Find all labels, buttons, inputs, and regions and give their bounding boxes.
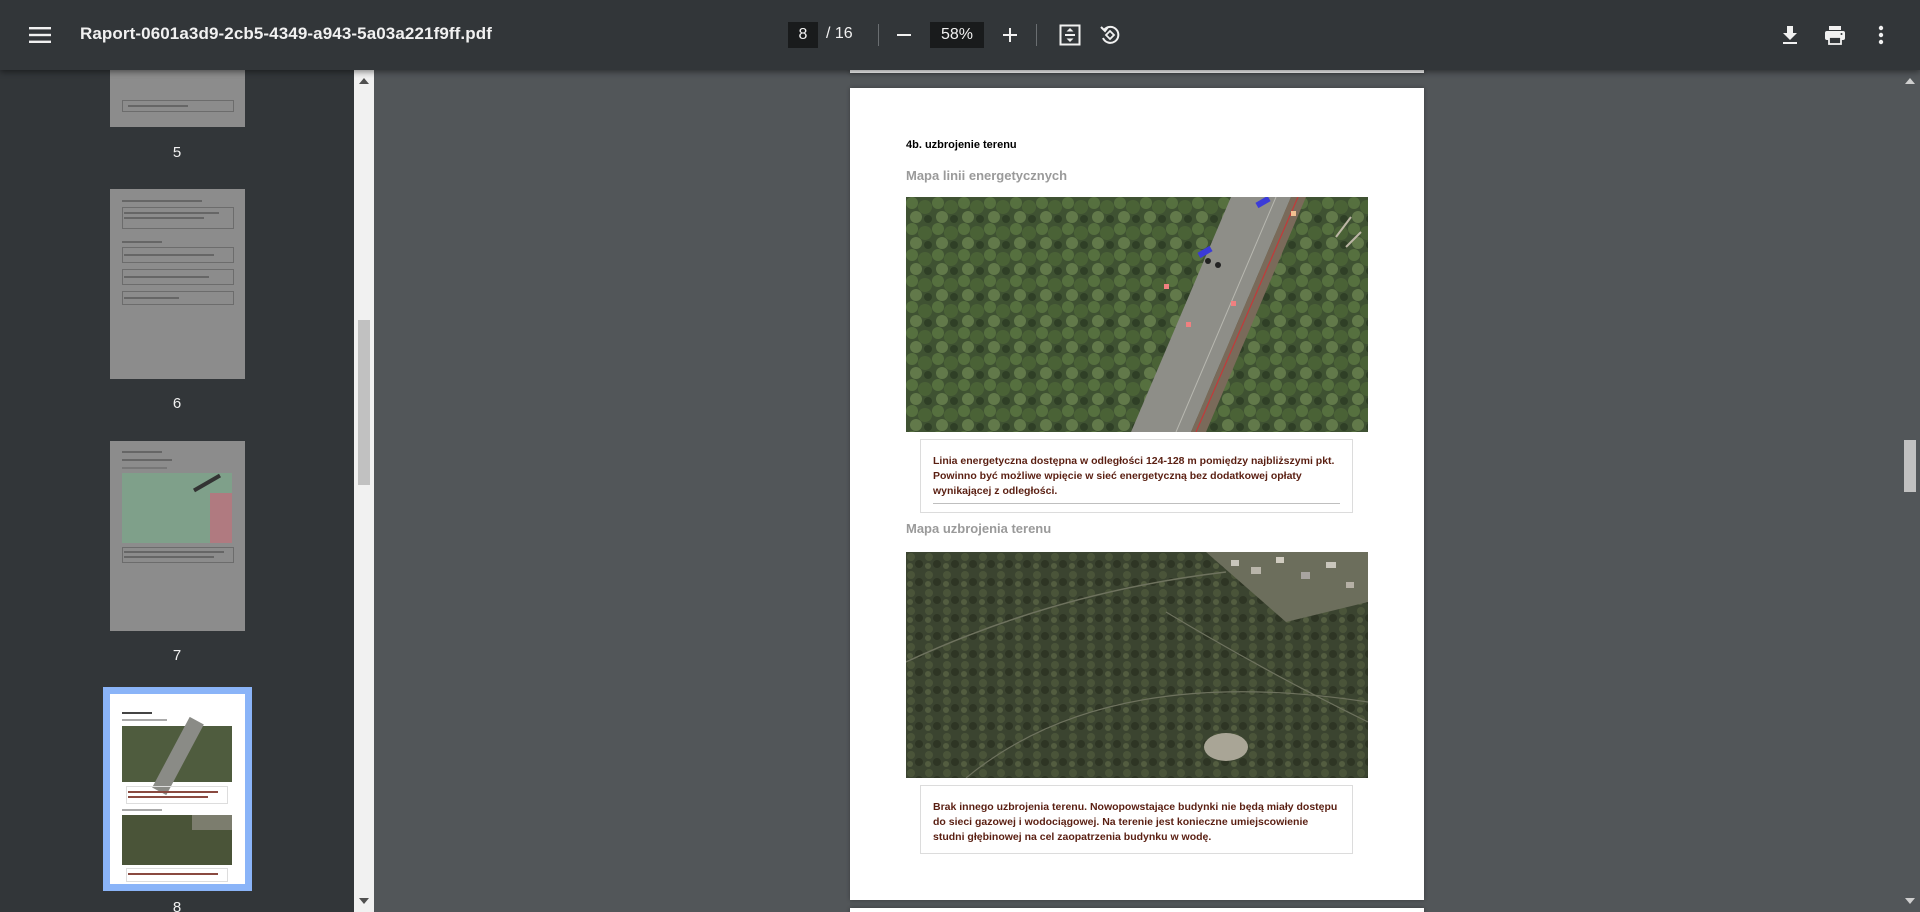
toolbar-divider [1036,24,1037,46]
download-icon [1783,26,1797,44]
page-7-bottom [850,70,1424,73]
thumb-line [124,551,224,553]
page-total: / 16 [826,25,853,42]
thumb-line [124,297,179,299]
thumbnail-page-5[interactable] [110,70,245,127]
pdf-page-8: 4b. uzbrojenie terenu Mapa linii energet… [850,88,1424,900]
thumb-box [126,786,228,804]
thumb-box [122,547,234,563]
zoom-in-button[interactable] [990,15,1030,55]
energy-map-heading: Mapa linii energetycznych [906,168,1068,183]
thumb-line [122,467,167,469]
toolbar-divider [878,24,879,46]
thumbnail-sidebar: 5 6 7 8 [0,70,354,912]
scroll-down-arrow[interactable] [1905,898,1915,904]
fit-page-button[interactable] [1050,15,1090,55]
more-vert-icon [1878,25,1884,45]
download-button[interactable] [1770,15,1810,55]
scroll-up-arrow[interactable] [359,78,369,84]
thumb-line [128,105,188,107]
viewer-scroll-thumb[interactable] [1904,440,1916,492]
thumb-line [122,241,162,243]
thumb-line [122,712,152,714]
energy-lines-aerial-photo [906,197,1368,432]
thumb-line [122,459,172,461]
plus-icon [1003,28,1017,42]
zoom-out-button[interactable] [884,15,924,55]
sidebar-scroll-thumb[interactable] [358,320,370,485]
thumbnail-page-8[interactable] [103,687,252,891]
thumb-line [122,200,202,202]
sidebar-scrollbar[interactable] [354,70,374,912]
rotate-button[interactable] [1090,15,1130,55]
print-icon [1825,26,1845,45]
viewer-scrollbar[interactable] [1900,70,1920,912]
thumbnail-label: 7 [172,647,182,664]
document-title: Raport-0601a3d9-2cb5-4349-a943-5a03a221f… [80,24,492,43]
utilities-note-text: Brak innego uzbrojenia terenu. Nowopowst… [933,801,1338,843]
thumb-line [128,873,218,875]
menu-button[interactable] [20,15,60,55]
page-number-input[interactable] [788,22,818,48]
section-heading: 4b. uzbrojenie terenu [906,139,1017,151]
menu-icon [29,27,51,43]
thumb-line [122,719,167,721]
thumb-line [124,217,204,219]
toolbar: Raport-0601a3d9-2cb5-4349-a943-5a03a221f… [0,0,1920,70]
thumb-map [122,473,232,543]
thumb-line [124,276,209,278]
fit-page-icon [1059,24,1081,46]
note-rule [933,503,1340,504]
thumb-line [128,796,208,798]
thumb-photo [122,815,232,865]
scroll-up-arrow[interactable] [1905,78,1915,84]
energy-line-note-text: Linia energetyczna dostępna w odległości… [933,455,1335,497]
document-viewer: 4b. uzbrojenie terenu Mapa linii energet… [374,70,1900,912]
thumb-line [124,556,214,558]
thumb-line [128,791,218,793]
scroll-down-arrow[interactable] [359,898,369,904]
energy-line-note: Linia energetyczna dostępna w odległości… [920,439,1353,513]
thumb-photo [122,716,232,796]
zoom-input[interactable] [930,22,984,48]
minus-icon [897,34,911,36]
utilities-aerial-photo [906,552,1368,778]
thumbnail-page-7[interactable] [110,441,245,631]
thumbnail-label: 5 [172,144,182,161]
thumb-line [122,809,162,811]
thumb-box [126,868,228,882]
utilities-map-heading: Mapa uzbrojenia terenu [906,521,1052,536]
thumbnail-page-6[interactable] [110,189,245,379]
print-button[interactable] [1815,15,1855,55]
thumb-line [122,451,162,453]
thumbnail-label: 8 [172,899,182,912]
rotate-icon [1100,25,1120,44]
page-9-top [850,908,1424,912]
thumb-line [124,254,214,256]
thumb-line [124,212,219,214]
more-options-button[interactable] [1861,15,1901,55]
utilities-note: Brak innego uzbrojenia terenu. Nowopowst… [920,785,1353,854]
thumbnail-label: 6 [172,395,182,412]
